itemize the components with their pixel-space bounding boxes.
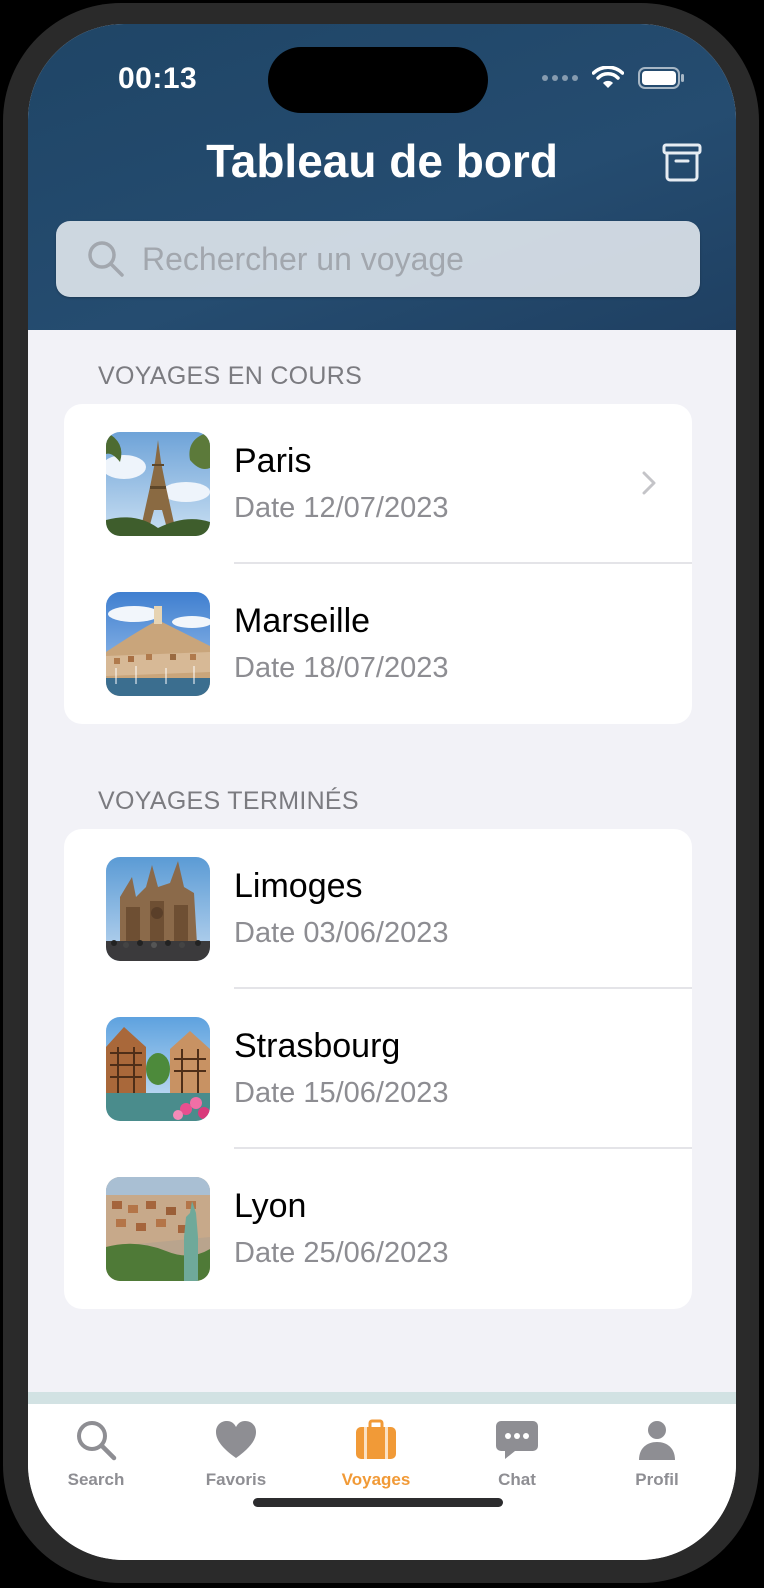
status-time: 00:13 bbox=[118, 62, 198, 95]
search-input[interactable] bbox=[142, 240, 682, 278]
trip-date: Date 15/06/2023 bbox=[234, 1077, 449, 1109]
heart-icon bbox=[216, 1421, 256, 1458]
archive-box-icon[interactable] bbox=[660, 140, 704, 184]
status-icons bbox=[542, 66, 686, 90]
tab-label: Chat bbox=[498, 1470, 536, 1489]
eiffel-tower-photo bbox=[106, 432, 210, 536]
section-title-finished: VOYAGES TERMINÉS bbox=[98, 787, 359, 815]
trip-row-marseille[interactable]: Marseille Date 18/07/2023 bbox=[64, 564, 692, 724]
finished-trips-list: Limoges Date 03/06/2023 Strasbourg Date … bbox=[64, 829, 692, 1309]
page-title: Tableau de bord bbox=[206, 135, 558, 187]
trip-name: Marseille bbox=[234, 602, 371, 640]
tab-label: Search bbox=[67, 1470, 125, 1489]
home-indicator[interactable] bbox=[253, 1498, 503, 1507]
trip-row-paris[interactable]: Paris Date 12/07/2023 bbox=[64, 404, 692, 564]
tab-chat[interactable]: Chat bbox=[457, 1418, 577, 1490]
person-icon bbox=[639, 1421, 675, 1460]
trip-date: Date 25/06/2023 bbox=[234, 1237, 449, 1269]
suitcase-icon bbox=[356, 1419, 396, 1459]
tab-label: Voyages bbox=[341, 1470, 411, 1489]
trip-date: Date 12/07/2023 bbox=[234, 492, 449, 524]
marseille-port-photo bbox=[106, 592, 210, 696]
dynamic-island bbox=[268, 47, 488, 113]
app-screen: 00:13 Tableau de bord Rechercher un voya… bbox=[28, 24, 736, 1560]
section-title-current: VOYAGES EN COURS bbox=[98, 362, 363, 390]
trip-row-strasbourg[interactable]: Strasbourg Date 15/06/2023 bbox=[64, 989, 692, 1149]
trip-name: Strasbourg bbox=[234, 1027, 401, 1065]
tab-profil[interactable]: Profil bbox=[597, 1418, 717, 1490]
battery-icon bbox=[638, 67, 684, 89]
trip-name: Paris bbox=[234, 442, 312, 480]
trip-name: Limoges bbox=[234, 867, 363, 905]
chevron-right-icon bbox=[642, 471, 656, 495]
tab-bar: Search Favoris Voyages Chat Profil bbox=[28, 1392, 736, 1560]
trip-date: Date 03/06/2023 bbox=[234, 917, 449, 949]
lyon-city-photo bbox=[106, 1177, 210, 1281]
chat-bubble-icon bbox=[496, 1421, 538, 1459]
search-bar[interactable] bbox=[56, 221, 700, 297]
wifi-icon bbox=[592, 66, 624, 88]
trip-row-limoges[interactable]: Limoges Date 03/06/2023 bbox=[64, 829, 692, 989]
magnifier-icon bbox=[77, 1421, 117, 1461]
cathedral-photo bbox=[106, 857, 210, 961]
search-icon bbox=[88, 241, 124, 277]
tab-label: Favoris bbox=[205, 1470, 267, 1489]
trip-name: Lyon bbox=[234, 1187, 307, 1225]
tab-search[interactable]: Search bbox=[36, 1418, 156, 1490]
trip-row-lyon[interactable]: Lyon Date 25/06/2023 bbox=[64, 1149, 692, 1309]
current-trips-list: Paris Date 12/07/2023 Marseille Date 18/… bbox=[64, 404, 692, 724]
tab-voyages[interactable]: Voyages bbox=[316, 1418, 436, 1490]
tab-favoris[interactable]: Favoris bbox=[176, 1418, 296, 1490]
trip-date: Date 18/07/2023 bbox=[234, 652, 449, 684]
tab-label: Profil bbox=[635, 1470, 679, 1489]
cellular-signal-icon bbox=[542, 75, 578, 81]
dashboard-header: 00:13 Tableau de bord bbox=[28, 24, 736, 330]
petite-france-photo bbox=[106, 1017, 210, 1121]
phone-frame: 00:13 Tableau de bord Rechercher un voya… bbox=[0, 0, 764, 1588]
